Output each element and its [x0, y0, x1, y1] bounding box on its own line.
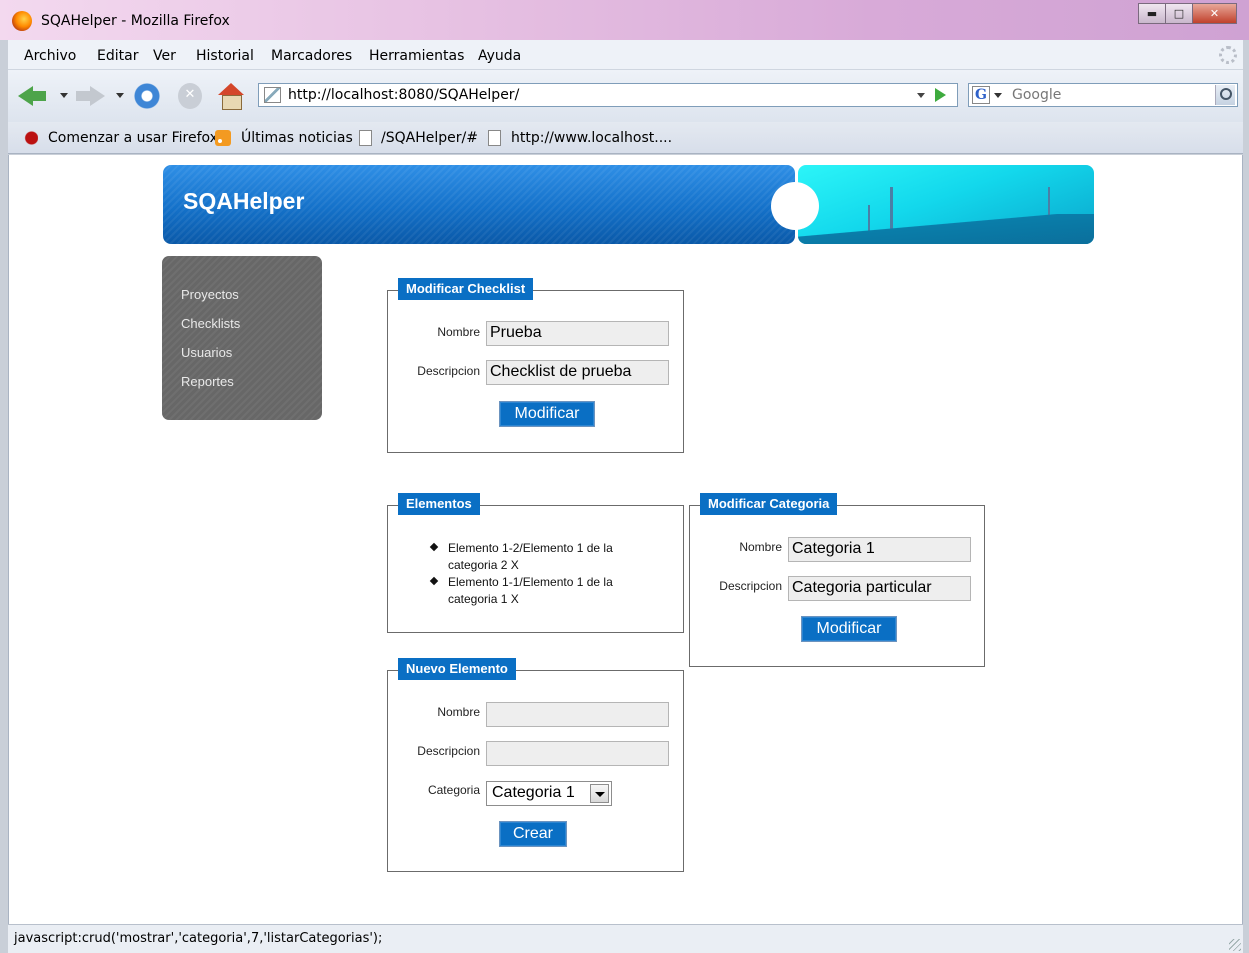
elementos-panel: Elementos Elemento 1-2/Elemento 1 de la …: [387, 493, 684, 633]
go-arrow-icon[interactable]: [935, 88, 946, 102]
checklist-nombre-input[interactable]: Prueba: [486, 321, 669, 346]
header-image: [798, 165, 1094, 244]
nombre-label: Nombre: [437, 705, 480, 719]
elemento-nombre-input[interactable]: [486, 702, 669, 727]
elementos-legend: Elementos: [398, 493, 480, 515]
search-placeholder[interactable]: Google: [1012, 87, 1061, 103]
modificar-checklist-legend: Modificar Checklist: [398, 278, 534, 300]
menubar: Archivo Editar Ver Historial Marcadores …: [8, 40, 1243, 70]
window-title: SQAHelper - Mozilla Firefox: [41, 13, 230, 29]
maximize-icon[interactable]: □: [1165, 3, 1193, 24]
menu-marcadores[interactable]: Marcadores: [271, 48, 352, 64]
resize-grip-icon[interactable]: [1229, 939, 1241, 951]
menu-ver[interactable]: Ver: [153, 48, 176, 64]
forward-arrow-icon[interactable]: [76, 83, 106, 109]
rss-icon: [215, 130, 231, 146]
checklist-descripcion-input[interactable]: Checklist de prueba: [486, 360, 669, 385]
site-header: SQAHelper: [163, 165, 795, 244]
crear-elemento-button[interactable]: Crear: [499, 821, 567, 847]
header-circle-decoration: [771, 182, 819, 230]
categoria-nombre-input[interactable]: Categoria 1: [788, 537, 971, 562]
menu-historial[interactable]: Historial: [196, 48, 254, 64]
close-icon[interactable]: ✕: [1192, 3, 1237, 24]
back-history-dropdown-icon[interactable]: [60, 93, 68, 98]
nuevo-elemento-form: Nuevo Elemento Nombre Descripcion Catego…: [387, 658, 684, 872]
google-engine-icon[interactable]: G: [972, 86, 990, 104]
modificar-categoria-button[interactable]: Modificar: [801, 616, 897, 642]
sidebar-item-checklists[interactable]: Checklists: [181, 316, 240, 331]
menu-herramientas[interactable]: Herramientas: [369, 48, 464, 64]
address-dropdown-icon[interactable]: [917, 93, 925, 98]
delete-elemento-link[interactable]: X: [511, 592, 519, 606]
sidebar-item-reportes[interactable]: Reportes: [181, 374, 234, 389]
minimize-icon[interactable]: ▬: [1138, 3, 1166, 24]
categoria-selected-value: Categoria 1: [492, 784, 575, 801]
nombre-label: Nombre: [437, 325, 480, 339]
descripcion-label: Descripcion: [417, 364, 480, 378]
nombre-label: Nombre: [739, 540, 782, 554]
stop-icon[interactable]: ✕: [178, 83, 202, 109]
elemento-descripcion-input[interactable]: [486, 741, 669, 766]
menu-editar[interactable]: Editar: [97, 48, 138, 64]
forward-history-dropdown-icon[interactable]: [116, 93, 124, 98]
status-bar: javascript:crud('mostrar','categoria',7,…: [8, 924, 1243, 953]
search-engine-dropdown-icon[interactable]: [994, 93, 1002, 98]
menu-archivo[interactable]: Archivo: [24, 48, 76, 64]
page-favicon-icon: [264, 87, 281, 103]
modificar-categoria-form: Modificar Categoria Nombre Categoria 1 D…: [689, 493, 985, 667]
sidebar-item-usuarios[interactable]: Usuarios: [181, 345, 232, 360]
reload-icon[interactable]: [134, 83, 160, 109]
elemento-text: Elemento 1-1/Elemento 1 de la categoria …: [448, 575, 613, 606]
bookmarks-toolbar: Comenzar a usar Firefox Últimas noticias…: [8, 122, 1243, 154]
descripcion-label: Descripcion: [719, 579, 782, 593]
back-arrow-icon[interactable]: [18, 83, 48, 109]
firefox-bookmark-icon: [22, 130, 38, 146]
page-icon: [488, 130, 501, 146]
elementos-list: Elemento 1-2/Elemento 1 de la categoria …: [428, 540, 648, 608]
categoria-label: Categoria: [427, 783, 480, 797]
chevron-down-icon[interactable]: [590, 784, 609, 803]
categoria-select[interactable]: Categoria 1: [486, 781, 612, 806]
window-controls: ▬ □ ✕: [1138, 3, 1237, 24]
throbber-icon: [1219, 46, 1237, 64]
address-url[interactable]: http://localhost:8080/SQAHelper/: [288, 87, 519, 103]
modificar-checklist-button[interactable]: Modificar: [499, 401, 595, 427]
road-decoration: [798, 214, 1094, 244]
elemento-text: Elemento 1-2/Elemento 1 de la categoria …: [448, 541, 613, 572]
status-text: javascript:crud('mostrar','categoria',7,…: [14, 931, 383, 946]
firefox-icon: [12, 11, 32, 31]
sidebar-nav: Proyectos Checklists Usuarios Reportes: [162, 256, 322, 420]
page-icon: [359, 130, 372, 146]
navigation-toolbar: ✕ http://localhost:8080/SQAHelper/ G Goo…: [8, 70, 1243, 122]
categoria-descripcion-input[interactable]: Categoria particular: [788, 576, 971, 601]
menu-ayuda[interactable]: Ayuda: [478, 48, 521, 64]
search-icon[interactable]: [1215, 85, 1235, 105]
modificar-categoria-legend: Modificar Categoria: [700, 493, 838, 515]
bookmark-localhost[interactable]: http://www.localhost....: [511, 130, 672, 146]
bookmark-noticias[interactable]: Últimas noticias: [241, 130, 353, 146]
site-logo-text: SQAHelper: [183, 188, 305, 214]
bookmark-comenzar[interactable]: Comenzar a usar Firefox: [48, 130, 218, 146]
delete-elemento-link[interactable]: X: [511, 558, 519, 572]
bookmark-sqahelper[interactable]: /SQAHelper/#: [381, 130, 478, 146]
window-titlebar[interactable]: SQAHelper - Mozilla Firefox ▬ □ ✕: [0, 0, 1249, 40]
list-item: Elemento 1-2/Elemento 1 de la categoria …: [428, 540, 648, 574]
home-icon[interactable]: [218, 83, 244, 110]
modificar-checklist-form: Modificar Checklist Nombre Prueba Descri…: [387, 278, 684, 453]
sidebar-item-proyectos[interactable]: Proyectos: [181, 287, 239, 302]
address-bar[interactable]: http://localhost:8080/SQAHelper/: [258, 83, 958, 107]
search-box[interactable]: G Google: [968, 83, 1238, 107]
list-item: Elemento 1-1/Elemento 1 de la categoria …: [428, 574, 648, 608]
descripcion-label: Descripcion: [417, 744, 480, 758]
nuevo-elemento-legend: Nuevo Elemento: [398, 658, 516, 680]
